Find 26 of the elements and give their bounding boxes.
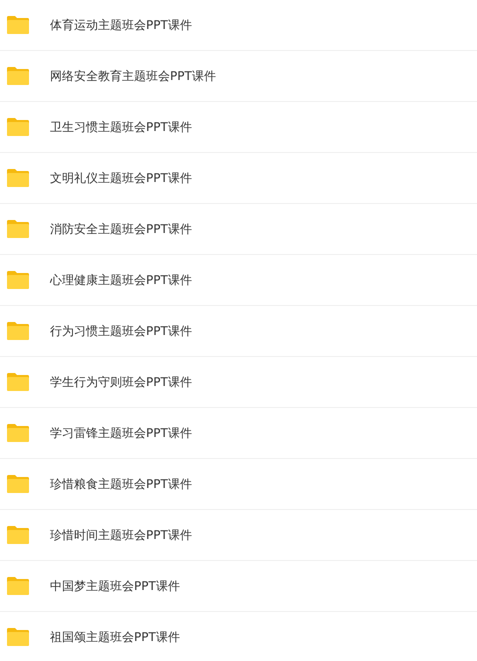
folder-icon (6, 219, 30, 239)
folder-name[interactable]: 心理健康主题班会PPT课件 (50, 272, 192, 288)
folder-name[interactable]: 珍惜粮食主题班会PPT课件 (50, 476, 192, 492)
folder-icon (6, 525, 30, 545)
folder-icon (6, 168, 30, 188)
folder-icon (6, 117, 30, 137)
folder-icon (6, 474, 30, 494)
folder-name[interactable]: 卫生习惯主题班会PPT课件 (50, 118, 192, 136)
folder-name[interactable]: 消防安全主题班会PPT课件 (50, 220, 192, 238)
folder-icon (6, 627, 30, 647)
folder-name[interactable]: 珍惜时间主题班会PPT课件 (50, 526, 192, 544)
folder-icon (6, 270, 30, 290)
folder-name[interactable]: 文明礼仪主题班会PPT课件 (50, 170, 192, 186)
folder-icon (6, 66, 30, 86)
folder-name[interactable]: 学生行为守则班会PPT课件 (50, 374, 192, 390)
folder-name[interactable]: 网络安全教育主题班会PPT课件 (50, 68, 216, 84)
folder-icon (6, 423, 30, 443)
folder-icon (6, 15, 30, 35)
folder-icon (6, 321, 30, 341)
folder-icon (6, 576, 30, 596)
folder-name[interactable]: 体育运动主题班会PPT课件 (50, 16, 192, 34)
folder-name[interactable]: 行为习惯主题班会PPT课件 (50, 322, 192, 340)
folder-name[interactable]: 中国梦主题班会PPT课件 (50, 578, 180, 594)
folder-name[interactable]: 祖国颂主题班会PPT课件 (50, 628, 180, 646)
folder-icon (6, 372, 30, 392)
folder-name[interactable]: 学习雷锋主题班会PPT课件 (50, 424, 192, 442)
